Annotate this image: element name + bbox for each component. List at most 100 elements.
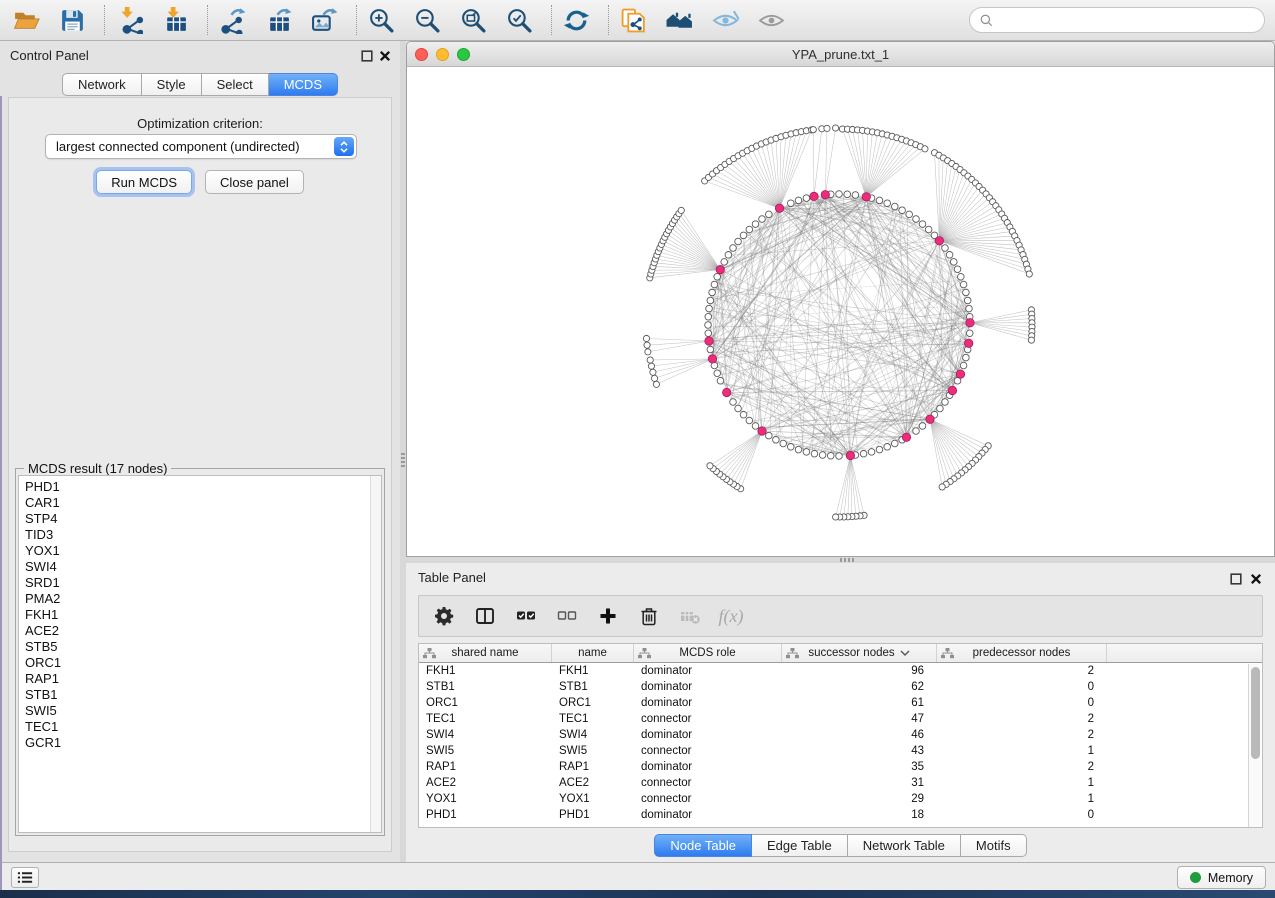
refresh-view-button[interactable]	[560, 4, 592, 36]
cell-shared-name[interactable]: ACE2	[419, 777, 552, 789]
cell-shared-name[interactable]: RAP1	[419, 761, 552, 773]
import-network-button[interactable]	[113, 4, 145, 36]
cell-MCDS-role[interactable]: connector	[634, 793, 782, 805]
node[interactable]	[766, 432, 773, 439]
mcds-hub-node[interactable]	[846, 451, 854, 459]
cell-shared-name[interactable]: PHD1	[419, 809, 552, 821]
edge[interactable]	[713, 431, 762, 469]
edge[interactable]	[970, 323, 1031, 340]
node[interactable]	[852, 192, 859, 199]
node[interactable]	[891, 440, 898, 447]
run-mcds-button[interactable]: Run MCDS	[96, 170, 192, 194]
edge[interactable]	[729, 161, 779, 208]
leaf-node[interactable]	[644, 342, 650, 348]
mcds-hub-node[interactable]	[705, 337, 713, 345]
open-session-button[interactable]	[10, 4, 42, 36]
mcds-hub-node[interactable]	[716, 265, 724, 273]
cell-shared-name[interactable]: ORC1	[419, 697, 552, 709]
node[interactable]	[844, 191, 851, 198]
deselect-all-checks-button[interactable]	[556, 605, 578, 627]
cell-shared-name[interactable]: TEC1	[419, 713, 552, 725]
mcds-result-item[interactable]: ORC1	[19, 655, 381, 671]
cell-MCDS-role[interactable]: connector	[634, 713, 782, 725]
node[interactable]	[795, 197, 802, 204]
table-row[interactable]: RAP1RAP1dominator352	[419, 759, 1262, 775]
leaf-node[interactable]	[648, 363, 654, 369]
cell-shared-name[interactable]: SWI5	[419, 745, 552, 757]
leaf-node[interactable]	[824, 125, 830, 131]
node[interactable]	[836, 453, 843, 460]
mcds-hub-node[interactable]	[965, 339, 973, 347]
mcds-result-item[interactable]: PMA2	[19, 591, 381, 607]
cell-name[interactable]: ORC1	[552, 697, 634, 709]
node[interactable]	[803, 195, 810, 202]
mcds-result-item[interactable]: TEC1	[19, 719, 381, 735]
cell-successor-nodes[interactable]: 35	[782, 761, 937, 773]
tab-motifs[interactable]: Motifs	[961, 834, 1027, 857]
edge[interactable]	[970, 323, 1032, 332]
node[interactable]	[706, 305, 713, 312]
cell-predecessor-nodes[interactable]: 1	[937, 777, 1107, 789]
node[interactable]	[740, 411, 747, 418]
node[interactable]	[709, 289, 716, 296]
zoom-selected-button[interactable]	[503, 4, 535, 36]
cell-successor-nodes[interactable]: 61	[782, 697, 937, 709]
edge[interactable]	[814, 129, 822, 197]
cell-predecessor-nodes[interactable]: 1	[937, 745, 1107, 757]
node[interactable]	[891, 203, 898, 210]
cell-name[interactable]: ACE2	[552, 777, 634, 789]
node[interactable]	[714, 273, 721, 280]
leaf-node[interactable]	[1028, 337, 1034, 343]
node[interactable]	[707, 297, 714, 304]
mcds-hub-node[interactable]	[758, 427, 766, 435]
node[interactable]	[946, 252, 953, 259]
node[interactable]	[966, 330, 973, 337]
node[interactable]	[740, 232, 747, 239]
task-history-button[interactable]	[11, 867, 39, 888]
node[interactable]	[960, 281, 967, 288]
edge[interactable]	[850, 456, 864, 516]
edge[interactable]	[970, 314, 1032, 323]
cell-MCDS-role[interactable]: connector	[634, 777, 782, 789]
node[interactable]	[730, 399, 737, 406]
node[interactable]	[714, 370, 721, 377]
node[interactable]	[721, 259, 728, 266]
edge[interactable]	[726, 431, 762, 479]
node[interactable]	[963, 354, 970, 361]
leaf-node[interactable]	[922, 146, 928, 152]
node[interactable]	[860, 450, 867, 457]
table-scrollbar[interactable]	[1248, 664, 1261, 827]
table-row[interactable]: STB1STB1dominator620	[419, 679, 1262, 695]
cell-MCDS-role[interactable]: dominator	[634, 809, 782, 821]
edge[interactable]	[709, 341, 969, 345]
table-row[interactable]: SWI5SWI5connector431	[419, 743, 1262, 759]
edge[interactable]	[712, 174, 779, 208]
edge[interactable]	[653, 359, 713, 372]
node[interactable]	[966, 305, 973, 312]
cell-successor-nodes[interactable]: 31	[782, 777, 937, 789]
edge[interactable]	[679, 214, 720, 270]
sort-chevron-icon[interactable]	[900, 650, 910, 656]
memory-button[interactable]: Memory	[1177, 866, 1266, 889]
tab-node-table[interactable]: Node Table	[654, 834, 752, 857]
edge[interactable]	[655, 359, 713, 378]
cell-name[interactable]: PHD1	[552, 809, 634, 821]
tab-network[interactable]: Network	[62, 73, 142, 96]
mcds-hub-node[interactable]	[966, 319, 974, 327]
node[interactable]	[876, 197, 883, 204]
node[interactable]	[913, 428, 920, 435]
node[interactable]	[730, 245, 737, 252]
edge[interactable]	[939, 176, 968, 241]
mcds-result-item[interactable]: TID3	[19, 527, 381, 543]
mcds-hub-node[interactable]	[956, 370, 964, 378]
node[interactable]	[711, 281, 718, 288]
network-graph[interactable]	[407, 67, 1275, 557]
node[interactable]	[819, 452, 826, 459]
export-network-button[interactable]	[216, 4, 248, 36]
cell-name[interactable]: YOX1	[552, 793, 634, 805]
mcds-list-scrollbar[interactable]	[370, 476, 381, 832]
column-header-name[interactable]: name	[552, 644, 634, 662]
edge[interactable]	[717, 171, 780, 209]
node[interactable]	[958, 273, 965, 280]
tab-edge-table[interactable]: Edge Table	[752, 834, 848, 857]
